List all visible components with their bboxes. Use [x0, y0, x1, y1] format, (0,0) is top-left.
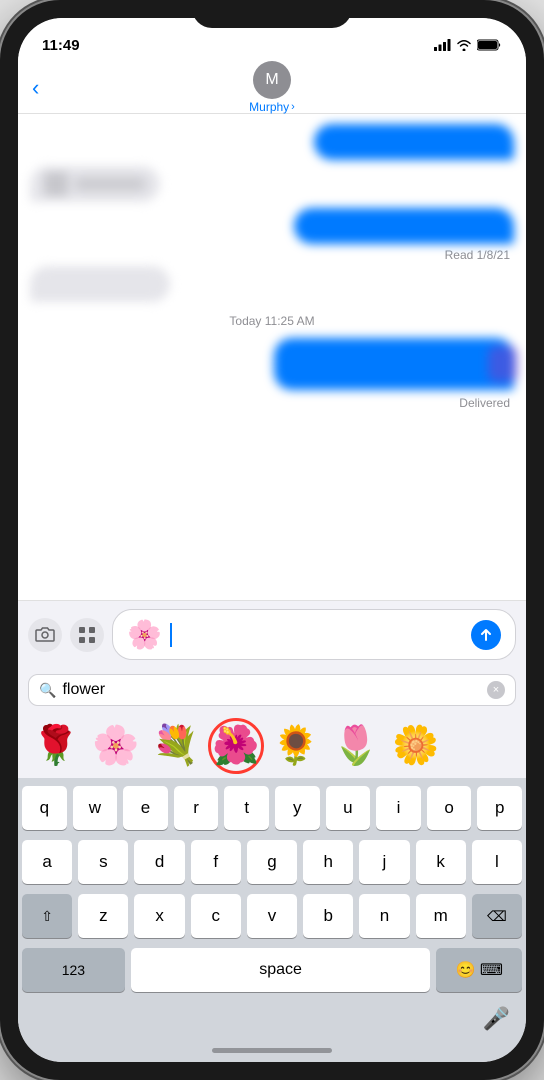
key-emoji[interactable]: 😊 ⌨	[436, 948, 522, 992]
key-q[interactable]: q	[22, 786, 67, 830]
key-a[interactable]: a	[22, 840, 72, 884]
messages-area: Read 1/8/21 Today 11:25 AM Delivered	[18, 114, 526, 600]
key-l[interactable]: l	[472, 840, 522, 884]
mic-button[interactable]: 🎤	[483, 1006, 510, 1032]
key-w[interactable]: w	[73, 786, 118, 830]
nav-bar: ‹ M Murphy ›	[18, 62, 526, 114]
key-s[interactable]: s	[78, 840, 128, 884]
keyboard-row-1: q w e r t y u i o p	[22, 786, 522, 830]
key-b[interactable]: b	[303, 894, 353, 938]
keyboard-row-3: ⇧ z x c v b n m ⌫	[22, 894, 522, 938]
key-n[interactable]: n	[359, 894, 409, 938]
mic-row: 🎤	[18, 1006, 526, 1038]
delivered-status: Delivered	[30, 396, 514, 410]
emoji-results: 🌹 🌸 💐 🌺 🌻 🌷 🌼	[18, 712, 526, 778]
key-shift[interactable]: ⇧	[22, 894, 72, 938]
key-e[interactable]: e	[123, 786, 168, 830]
message-bubble-sent-1	[314, 124, 514, 160]
keyboard: q w e r t y u i o p a s d f g h j k	[18, 778, 526, 1006]
key-d[interactable]: d	[134, 840, 184, 884]
key-i[interactable]: i	[376, 786, 421, 830]
emoji-result-4-highlighted[interactable]: 🌺	[208, 718, 264, 774]
key-z[interactable]: z	[78, 894, 128, 938]
message-row-3	[30, 208, 514, 244]
phone-frame: 11:49	[0, 0, 544, 1080]
key-k[interactable]: k	[416, 840, 466, 884]
emoji-search-text: flower	[62, 681, 487, 699]
back-button[interactable]: ‹	[32, 75, 39, 101]
emoji-search-icon: 🔍	[39, 682, 56, 699]
key-m[interactable]: m	[416, 894, 466, 938]
emoji-result-6[interactable]: 🌷	[328, 718, 384, 774]
message-bubble-received-2	[30, 166, 160, 202]
read-status: Read 1/8/21	[30, 248, 514, 262]
emoji-result-1[interactable]: 🌹	[28, 718, 84, 774]
emoji-search-bar: 🔍 flower ×	[18, 668, 526, 712]
key-o[interactable]: o	[427, 786, 472, 830]
status-time: 11:49	[42, 37, 80, 54]
contact-avatar: M	[253, 61, 291, 99]
key-h[interactable]: h	[303, 840, 353, 884]
contact-header[interactable]: M Murphy ›	[249, 61, 295, 114]
timestamp-today: Today 11:25 AM	[30, 314, 514, 328]
status-icons	[434, 39, 502, 51]
apps-button[interactable]	[70, 618, 104, 652]
message-input-content: 🌸	[127, 618, 465, 651]
home-indicator	[212, 1048, 332, 1053]
key-x[interactable]: x	[134, 894, 184, 938]
home-indicator-bar	[18, 1038, 526, 1062]
emoji-result-2[interactable]: 🌸	[88, 718, 144, 774]
apps-icon	[78, 626, 96, 644]
message-row-2	[30, 166, 514, 202]
key-u[interactable]: u	[326, 786, 371, 830]
key-num[interactable]: 123	[22, 948, 125, 992]
keyboard-row-2: a s d f g h j k l	[22, 840, 522, 884]
signal-icon	[434, 39, 451, 51]
battery-icon	[477, 39, 502, 51]
key-backspace[interactable]: ⌫	[472, 894, 522, 938]
emoji-clear-button[interactable]: ×	[487, 681, 505, 699]
message-bubble-received-5	[30, 266, 170, 302]
key-j[interactable]: j	[359, 840, 409, 884]
key-y[interactable]: y	[275, 786, 320, 830]
send-icon	[479, 628, 493, 642]
wifi-icon	[456, 39, 472, 51]
emoji-result-7[interactable]: 🌼	[388, 718, 444, 774]
camera-button[interactable]	[28, 618, 62, 652]
send-button[interactable]	[471, 620, 501, 650]
key-r[interactable]: r	[174, 786, 219, 830]
key-p[interactable]: p	[477, 786, 522, 830]
emoji-result-3[interactable]: 💐	[148, 718, 204, 774]
phone-screen: 11:49	[18, 18, 526, 1062]
key-c[interactable]: c	[191, 894, 241, 938]
key-g[interactable]: g	[247, 840, 297, 884]
input-area: 🌸	[18, 600, 526, 668]
key-f[interactable]: f	[191, 840, 241, 884]
keyboard-row-4: 123 space 😊 ⌨	[22, 948, 522, 992]
text-cursor	[170, 623, 172, 647]
key-space[interactable]: space	[131, 948, 431, 992]
chevron-icon: ›	[291, 101, 295, 113]
message-row-1	[30, 124, 514, 160]
emoji-result-5[interactable]: 🌻	[268, 718, 324, 774]
message-bubble-sent-3	[294, 208, 514, 244]
message-row-7	[30, 338, 514, 390]
message-input[interactable]: 🌸	[112, 609, 516, 660]
notch	[192, 0, 352, 28]
key-t[interactable]: t	[224, 786, 269, 830]
flower-emoji-preview: 🌸	[127, 618, 162, 651]
message-bubble-sent-7	[274, 338, 514, 390]
camera-icon	[35, 627, 55, 643]
message-row-5	[30, 266, 514, 302]
contact-name: Murphy ›	[249, 100, 295, 114]
emoji-search-input-wrapper[interactable]: 🔍 flower ×	[28, 674, 516, 706]
key-v[interactable]: v	[247, 894, 297, 938]
